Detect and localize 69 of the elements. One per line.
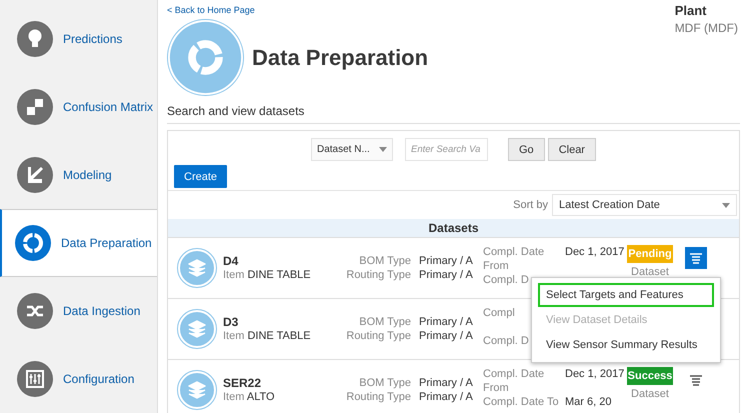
item-value: ALTO <box>246 391 275 403</box>
date-value: Dec 1, 2017 <box>565 368 624 380</box>
cycle-icon <box>167 19 244 96</box>
item-label: Item <box>223 330 244 342</box>
status-badge: Pending <box>627 245 673 263</box>
bom-label: BOM Type <box>358 315 411 329</box>
section-subtitle: Search and view datasets <box>167 104 740 124</box>
sidebar-item[interactable]: Confusion Matrix <box>0 73 157 141</box>
sort-label: Sort by <box>513 199 548 211</box>
status-badge: Success <box>627 367 673 385</box>
sliders-icon <box>17 361 53 397</box>
layers-icon <box>177 370 217 410</box>
routing-value: Primary / A <box>419 390 474 404</box>
list-header: Datasets <box>168 219 739 237</box>
sidebar-item[interactable]: Data Preparation <box>0 209 157 277</box>
menu-icon <box>690 374 702 386</box>
status-caption: Dataset <box>631 387 669 401</box>
menu-item[interactable]: Select Targets and Features <box>538 283 714 307</box>
bom-label: BOM Type <box>358 254 411 268</box>
date-label: Compl. Date To <box>483 396 559 408</box>
lightbulb-icon <box>17 21 53 57</box>
routing-label: Routing Type <box>345 329 411 343</box>
routing-value: Primary / A <box>419 268 474 282</box>
date-value: Dec 1, 2017 <box>565 246 624 258</box>
date-label: Compl. D <box>483 335 529 347</box>
dataset-name[interactable]: D4 <box>223 254 335 268</box>
menu-item[interactable]: View Sensor Summary Results <box>538 333 714 357</box>
dataset-name[interactable]: D3 <box>223 315 335 329</box>
date-label: Compl. D <box>483 274 529 286</box>
caret-icon <box>379 147 387 152</box>
date-label: Compl. Date From <box>483 246 544 272</box>
shuffle-icon <box>17 293 53 329</box>
caret-icon <box>722 202 730 208</box>
date-label: Compl. Date From <box>483 368 544 394</box>
dataset-name[interactable]: SER22 <box>223 376 335 390</box>
checker-icon <box>17 89 53 125</box>
create-button[interactable]: Create <box>174 165 228 188</box>
date-label: Compl <box>483 307 515 319</box>
routing-value: Primary / A <box>419 329 474 343</box>
clear-button[interactable]: Clear <box>548 138 596 161</box>
item-label: Item <box>223 269 244 281</box>
routing-label: Routing Type <box>345 268 411 282</box>
menu-icon <box>690 252 702 264</box>
bom-label: BOM Type <box>358 376 411 390</box>
bom-value: Primary / A <box>419 254 474 268</box>
page-title: Data Preparation <box>252 44 428 70</box>
layers-icon <box>177 248 217 288</box>
status-caption: Dataset <box>631 265 669 279</box>
menu-button[interactable] <box>685 247 707 269</box>
bom-value: Primary / A <box>419 376 474 390</box>
item-label: Item <box>223 391 244 403</box>
layers-icon <box>177 309 217 349</box>
sidebar-item[interactable]: Configuration <box>0 345 157 413</box>
cycle-icon <box>15 225 51 261</box>
bom-value: Primary / A <box>419 315 474 329</box>
item-value: DINE TABLE <box>247 269 311 281</box>
sidebar-item[interactable]: Data Ingestion <box>0 277 157 345</box>
routing-label: Routing Type <box>345 390 411 404</box>
date-value: Mar 6, 20 <box>565 396 612 408</box>
back-link[interactable]: < Back to Home Page <box>167 5 255 15</box>
go-button[interactable]: Go <box>508 138 545 161</box>
field-dropdown[interactable]: Dataset N... <box>311 138 393 161</box>
sidebar-item[interactable]: Modeling <box>0 141 157 209</box>
item-value: DINE TABLE <box>247 330 311 342</box>
plant-label: Plant <box>674 3 708 18</box>
plant-value: MDF (MDF) <box>674 21 738 35</box>
sort-dropdown[interactable]: Latest Creation Date <box>552 194 737 216</box>
sidebar-item[interactable]: Predictions <box>0 5 157 73</box>
search-field[interactable]: Enter Search Va <box>405 138 488 161</box>
